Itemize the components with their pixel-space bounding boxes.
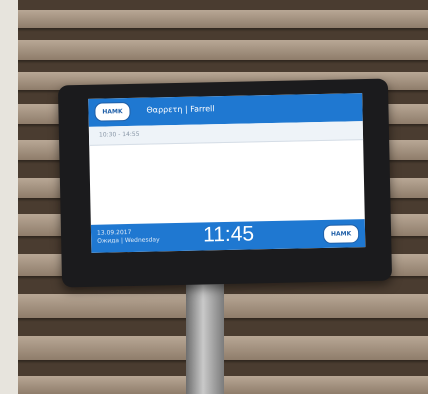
photo-scene: HAMK Θαρρετη | Farrell 10:30 - 14:55 13.… xyxy=(0,0,428,394)
blind-slat xyxy=(0,10,428,28)
room-booking-screen[interactable]: HAMK Θαρρετη | Farrell 10:30 - 14:55 13.… xyxy=(88,93,366,253)
blind-slat xyxy=(0,40,428,60)
room-title: Θαρρετη | Farrell xyxy=(146,104,215,115)
hamk-logo: HAMK xyxy=(94,101,131,122)
window-frame xyxy=(0,0,18,394)
slot-time: 10:30 - 14:55 xyxy=(98,130,140,139)
date-display: 13.09.2017 Ожида | Wednesday xyxy=(97,228,160,245)
hamk-logo-right: HAMK xyxy=(322,224,360,244)
footer-bar: 13.09.2017 Ожида | Wednesday 11:45 HAMK xyxy=(90,219,366,253)
day-line: Ожида | Wednesday xyxy=(97,236,160,245)
display-bezel: HAMK Θαρρετη | Farrell 10:30 - 14:55 13.… xyxy=(57,78,393,288)
clock-display: 11:45 xyxy=(202,222,255,247)
display-stand-pole xyxy=(186,276,224,394)
